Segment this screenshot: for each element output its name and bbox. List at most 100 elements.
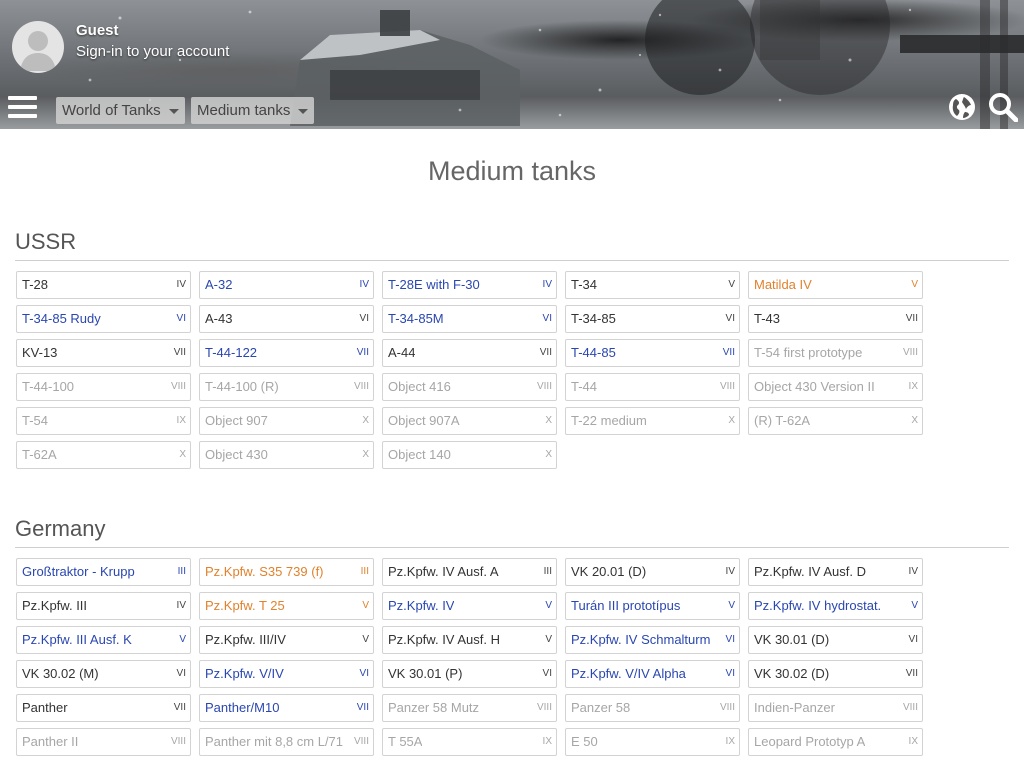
tank-link[interactable]: VK 20.01 (D) IV bbox=[565, 558, 740, 586]
tank-link[interactable]: T 55A IX bbox=[382, 728, 557, 756]
tank-link[interactable]: Pz.Kpfw. III Ausf. K V bbox=[16, 626, 191, 654]
tank-link[interactable]: Turán III prototípus V bbox=[565, 592, 740, 620]
tank-name: VK 30.01 (D) bbox=[754, 632, 830, 647]
tank-link[interactable]: T-34-85 Rudy VI bbox=[16, 305, 191, 333]
tank-name: E 50 bbox=[571, 734, 598, 749]
tank-name: VK 30.02 (D) bbox=[754, 666, 830, 681]
tank-tier: X bbox=[179, 449, 186, 460]
tank-link[interactable]: T-44-85 VII bbox=[565, 339, 740, 367]
tank-link[interactable]: Pz.Kpfw. III IV bbox=[16, 592, 191, 620]
tank-link[interactable]: A-43 VI bbox=[199, 305, 374, 333]
tank-link[interactable]: Pz.Kpfw. T 25 V bbox=[199, 592, 374, 620]
tank-link[interactable]: T-34-85 VI bbox=[565, 305, 740, 333]
tank-tier: V bbox=[728, 600, 735, 611]
tank-link[interactable]: Pz.Kpfw. V/IV Alpha VI bbox=[565, 660, 740, 688]
tank-link[interactable]: Panther II VIII bbox=[16, 728, 191, 756]
tank-link[interactable]: Pz.Kpfw. IV hydrostat. V bbox=[748, 592, 923, 620]
tank-link[interactable]: E 50 IX bbox=[565, 728, 740, 756]
tank-name: T-28E with F-30 bbox=[388, 277, 480, 292]
sign-in-link[interactable]: Sign-in to your account bbox=[76, 43, 229, 60]
breadcrumb-class-select[interactable]: Medium tanks bbox=[191, 97, 315, 124]
tank-link[interactable]: (R) T-62A X bbox=[748, 407, 923, 435]
tank-link[interactable]: Pz.Kpfw. IV Ausf. A III bbox=[382, 558, 557, 586]
tank-link[interactable]: Pz.Kpfw. V/IV VI bbox=[199, 660, 374, 688]
tank-name: Pz.Kpfw. IV Ausf. A bbox=[388, 564, 499, 579]
tank-link[interactable]: Panzer 58 Mutz VIII bbox=[382, 694, 557, 722]
globe-icon[interactable] bbox=[948, 93, 976, 121]
tank-link[interactable]: Leopard Prototyp A IX bbox=[748, 728, 923, 756]
tank-tier: X bbox=[545, 449, 552, 460]
tank-tier: VI bbox=[542, 313, 552, 324]
tank-link[interactable]: T-44 VIII bbox=[565, 373, 740, 401]
hamburger-menu-icon[interactable] bbox=[8, 96, 37, 118]
tank-link[interactable]: A-32 IV bbox=[199, 271, 374, 299]
tank-link[interactable]: T-28 IV bbox=[16, 271, 191, 299]
tank-link[interactable]: VK 30.01 (P) VI bbox=[382, 660, 557, 688]
tank-link[interactable]: Matilda IV V bbox=[748, 271, 923, 299]
tank-name: A-43 bbox=[205, 311, 233, 326]
tank-link[interactable]: A-44 VII bbox=[382, 339, 557, 367]
breadcrumb-game-select[interactable]: World of Tanks bbox=[56, 97, 185, 124]
tank-link[interactable]: VK 30.02 (D) VII bbox=[748, 660, 923, 688]
tank-link[interactable]: Pz.Kpfw. III/IV V bbox=[199, 626, 374, 654]
tank-link[interactable]: Object 907 X bbox=[199, 407, 374, 435]
tank-link[interactable]: T-44-100 (R) VIII bbox=[199, 373, 374, 401]
tank-link[interactable]: Object 430 Version II IX bbox=[748, 373, 923, 401]
tank-link[interactable]: T-28E with F-30 IV bbox=[382, 271, 557, 299]
tank-link[interactable]: T-54 IX bbox=[16, 407, 191, 435]
tank-name: Pz.Kpfw. IV hydrostat. bbox=[754, 598, 882, 613]
tank-tier: X bbox=[728, 415, 735, 426]
breadcrumb-class-label: Medium tanks bbox=[197, 102, 291, 119]
tank-link[interactable]: Indien-Panzer VIII bbox=[748, 694, 923, 722]
tank-tier: VIII bbox=[902, 702, 918, 713]
tank-tier: IV bbox=[542, 279, 552, 290]
tank-name: Großtraktor - Krupp bbox=[22, 564, 135, 579]
tank-link[interactable]: Object 430 X bbox=[199, 441, 374, 469]
tank-name: Pz.Kpfw. V/IV bbox=[205, 666, 284, 681]
tank-link[interactable]: VK 30.01 (D) VI bbox=[748, 626, 923, 654]
tank-tier: VII bbox=[356, 702, 369, 713]
tank-link[interactable]: Panzer 58 VIII bbox=[565, 694, 740, 722]
tank-link[interactable]: T-62A X bbox=[16, 441, 191, 469]
search-icon[interactable] bbox=[988, 92, 1018, 122]
tank-link[interactable]: KV-13 VII bbox=[16, 339, 191, 367]
user-avatar-icon[interactable] bbox=[12, 21, 64, 73]
tank-link[interactable]: Pz.Kpfw. IV Schmalturm VI bbox=[565, 626, 740, 654]
tank-link[interactable]: T-44-122 VII bbox=[199, 339, 374, 367]
section-title-germany: Germany bbox=[15, 516, 106, 541]
tank-link[interactable]: Object 907A X bbox=[382, 407, 557, 435]
tank-name: Pz.Kpfw. V/IV Alpha bbox=[571, 666, 686, 681]
tank-link[interactable]: Object 140 X bbox=[382, 441, 557, 469]
tank-link[interactable]: T-54 first prototype VIII bbox=[748, 339, 923, 367]
tank-link[interactable]: Pz.Kpfw. IV Ausf. H V bbox=[382, 626, 557, 654]
tank-link[interactable]: T-43 VII bbox=[748, 305, 923, 333]
tank-link[interactable]: Object 416 VIII bbox=[382, 373, 557, 401]
tank-tier: VIII bbox=[719, 381, 735, 392]
tank-link[interactable]: Pz.Kpfw. S35 739 (f) III bbox=[199, 558, 374, 586]
tank-link[interactable]: Panther mit 8,8 cm L/71 VIII bbox=[199, 728, 374, 756]
tank-name: T-54 first prototype bbox=[754, 345, 863, 360]
tank-name: Pz.Kpfw. IV Ausf. D bbox=[754, 564, 866, 579]
tank-tier: VII bbox=[722, 347, 735, 358]
tank-tier: IX bbox=[908, 736, 918, 747]
tank-link[interactable]: Panther/M10 VII bbox=[199, 694, 374, 722]
tank-tier: X bbox=[362, 449, 369, 460]
tank-tier: VI bbox=[359, 668, 369, 679]
tank-link[interactable]: T-22 medium X bbox=[565, 407, 740, 435]
tank-tier: IX bbox=[908, 381, 918, 392]
tank-name: T-44-100 bbox=[22, 379, 75, 394]
tank-name: Object 430 Version II bbox=[754, 379, 875, 394]
tank-name: Pz.Kpfw. S35 739 (f) bbox=[205, 564, 324, 579]
tank-tier: IX bbox=[176, 415, 186, 426]
tank-link[interactable]: Pz.Kpfw. IV Ausf. D IV bbox=[748, 558, 923, 586]
tank-name: T-34-85 bbox=[571, 311, 616, 326]
tank-link[interactable]: Panther VII bbox=[16, 694, 191, 722]
tank-tier: VI bbox=[542, 668, 552, 679]
tank-link[interactable]: T-44-100 VIII bbox=[16, 373, 191, 401]
tank-link[interactable]: VK 30.02 (M) VI bbox=[16, 660, 191, 688]
tank-link[interactable]: Großtraktor - Krupp III bbox=[16, 558, 191, 586]
tank-link[interactable]: T-34-85M VI bbox=[382, 305, 557, 333]
tank-link[interactable]: Pz.Kpfw. IV V bbox=[382, 592, 557, 620]
tank-link[interactable]: T-34 V bbox=[565, 271, 740, 299]
section-divider bbox=[15, 260, 1009, 261]
